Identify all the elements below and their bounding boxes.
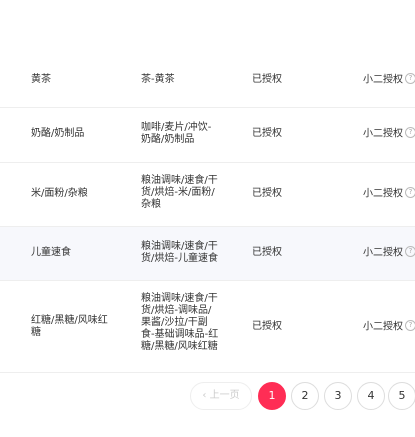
pagination: ‹ 上一页 1 2 3 4 5 [0, 382, 415, 410]
grantor-cell: 小二授权? [363, 320, 415, 334]
name-cell: 米/面粉/杂粮 [31, 188, 88, 199]
name-cell: 奶酪/奶制品 [31, 128, 85, 139]
status-cell: 已授权 [252, 74, 282, 85]
name-cell: 黄茶 [31, 74, 51, 85]
help-icon[interactable]: ? [405, 127, 415, 138]
help-icon[interactable]: ? [405, 73, 415, 84]
table-row: 黄茶 茶-黄茶 已授权 小二授权? [0, 52, 415, 108]
table-row: 奶酪/奶制品 咖啡/麦片/冲饮- 奶酪/奶制品 已授权 小二授权? [0, 108, 415, 163]
name-cell: 红糖/黑糖/风味红 糖 [31, 315, 108, 338]
help-icon[interactable]: ? [405, 246, 415, 257]
page-button-2[interactable]: 2 [291, 382, 319, 410]
name-cell: 儿童速食 [31, 247, 71, 258]
status-cell: 已授权 [252, 128, 282, 139]
category-cell: 茶-黄茶 [141, 74, 175, 85]
grantor-cell: 小二授权? [363, 73, 415, 87]
help-icon[interactable]: ? [405, 320, 415, 331]
status-cell: 已授权 [252, 247, 282, 258]
help-icon[interactable]: ? [405, 187, 415, 198]
table-row: 红糖/黑糖/风味红 糖 粮油调味/速食/干 货/烘焙-调味品/ 果酱/沙拉/干副… [0, 281, 415, 373]
table-row: 米/面粉/杂粮 粮油调味/速食/干 货/烘焙-米/面粉/ 杂粮 已授权 小二授权… [0, 163, 415, 227]
page-button-4[interactable]: 4 [357, 382, 385, 410]
category-cell: 粮油调味/速食/干 货/烘焙-儿童速食 [141, 241, 218, 264]
category-cell: 粮油调味/速食/干 货/烘焙-米/面粉/ 杂粮 [141, 175, 218, 210]
grantor-cell: 小二授权? [363, 246, 415, 260]
prev-page-button[interactable]: ‹ 上一页 [190, 382, 252, 410]
page-button-5[interactable]: 5 [388, 382, 415, 410]
category-cell: 咖啡/麦片/冲饮- 奶酪/奶制品 [141, 122, 212, 145]
page-button-1[interactable]: 1 [258, 382, 286, 410]
status-cell: 已授权 [252, 188, 282, 199]
category-cell: 粮油调味/速食/干 货/烘焙-调味品/ 果酱/沙拉/干副 食-基础调味品-红 糖… [141, 293, 219, 352]
page-button-3[interactable]: 3 [324, 382, 352, 410]
grantor-cell: 小二授权? [363, 127, 415, 141]
table-row: 儿童速食 粮油调味/速食/干 货/烘焙-儿童速食 已授权 小二授权? [0, 227, 415, 281]
status-cell: 已授权 [252, 321, 282, 332]
grantor-cell: 小二授权? [363, 187, 415, 201]
